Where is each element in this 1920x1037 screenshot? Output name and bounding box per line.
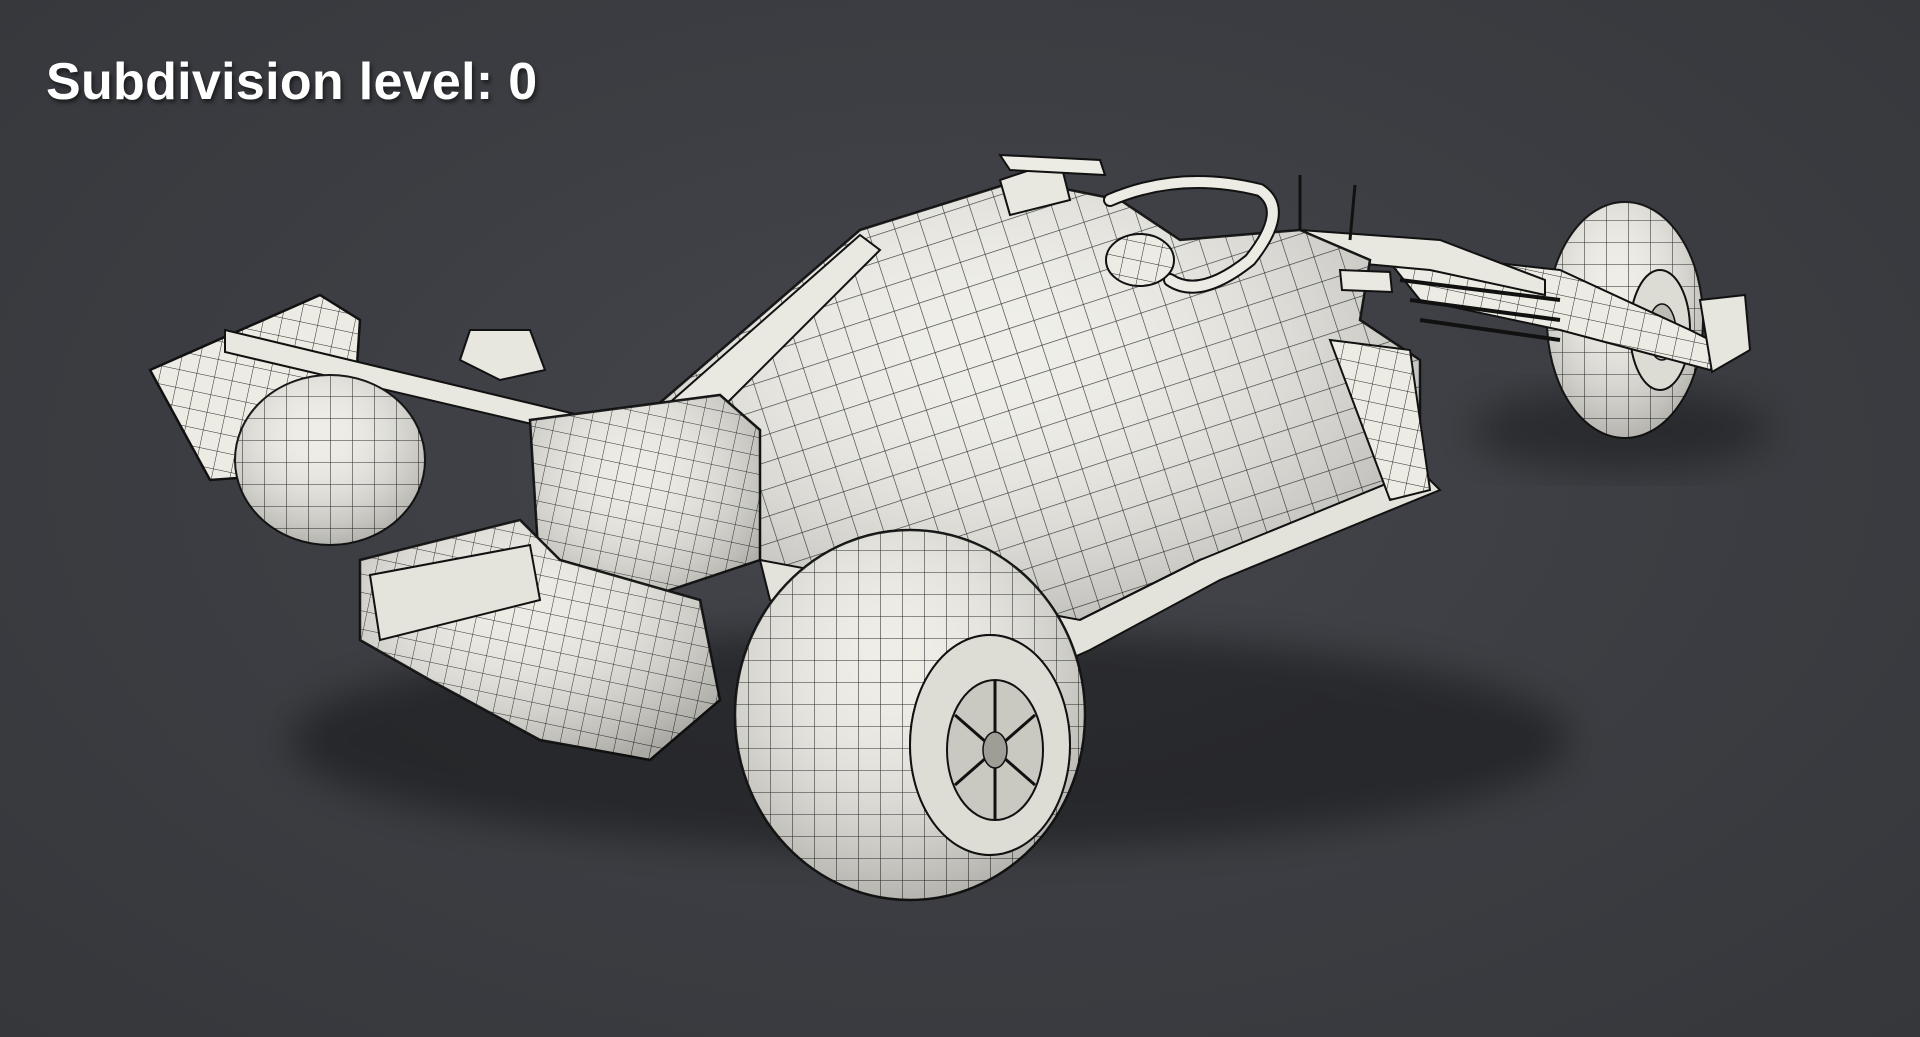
rear-left-tire: [234, 374, 426, 546]
rear-right-tire: [733, 528, 1087, 902]
viewport: Subdivision level: 0: [0, 0, 1920, 1037]
subdivision-level-label: Subdivision level: 0: [46, 53, 538, 111]
car-wireframe-render: [148, 153, 1770, 902]
